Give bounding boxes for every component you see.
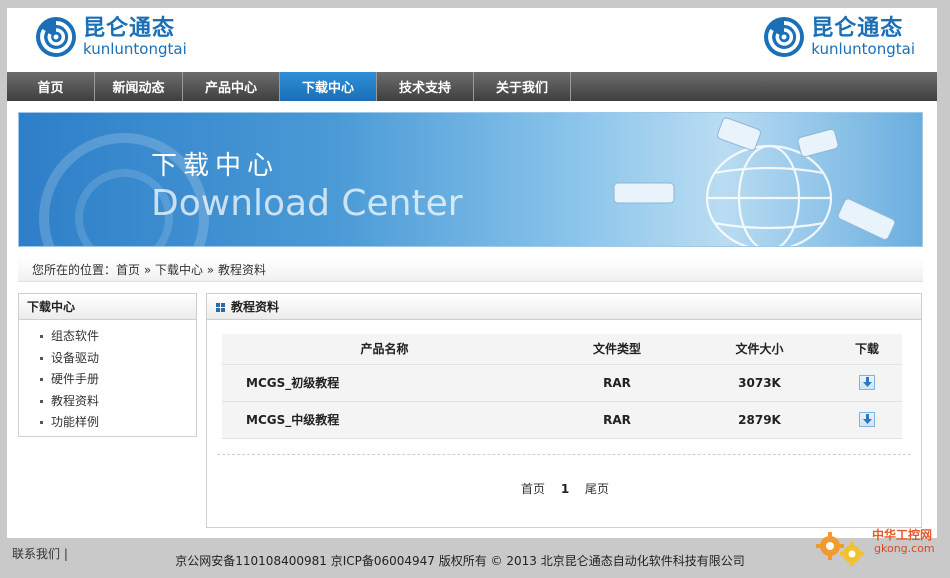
header: 昆仑通态 kunluntongtai 昆仑通态 kunluntongtai: [7, 8, 937, 72]
sidebar-item-device-drivers[interactable]: 设备驱动: [19, 348, 196, 370]
sidebar-item-function-samples[interactable]: 功能样例: [19, 412, 196, 434]
divider: [217, 454, 911, 455]
nav-item-news[interactable]: 新闻动态: [95, 72, 183, 101]
main-panel-title: 教程资料: [231, 300, 280, 314]
kunlun-logo-icon: [36, 17, 76, 57]
file-type: RAR: [547, 401, 687, 439]
pager-first[interactable]: 首页: [521, 482, 545, 496]
logo-name-en: kunluntongtai: [811, 39, 915, 58]
sidebar-item-label: 组态软件: [51, 329, 100, 343]
sidebar-list: 组态软件 设备驱动 硬件手册 教程资料 功能样例: [19, 320, 196, 434]
download-arrow-icon[interactable]: [859, 412, 875, 427]
logo-name-cn: 昆仑通态: [83, 15, 176, 41]
gear-icon: [816, 532, 864, 566]
file-size: 2879K: [687, 401, 832, 439]
nav-item-home[interactable]: 首页: [7, 72, 95, 101]
logo-name-cn: 昆仑通态: [811, 15, 904, 41]
column-header-name: 产品名称: [222, 334, 547, 365]
file-size: 3073K: [687, 364, 832, 402]
sidebar-item-label: 硬件手册: [51, 372, 100, 386]
page-container: 昆仑通态 kunluntongtai 昆仑通态 kunluntongtai 首页…: [7, 8, 937, 538]
watermark-text-cn: 中华工控网: [872, 528, 933, 542]
table-row: MCGS_中级教程 RAR 2879K: [222, 401, 902, 439]
main-panel-header: 教程资料: [207, 294, 921, 320]
grid-icon: [216, 303, 225, 312]
kunlun-logo-icon: [764, 17, 805, 57]
pager-last[interactable]: 尾页: [585, 482, 609, 496]
column-header-download: 下载: [832, 334, 902, 365]
pagination: 首页 1 尾页: [207, 480, 923, 497]
main-panel: 教程资料 产品名称 文件类型 文件大小 下载 MCGS_初级教程 RAR 307…: [206, 293, 922, 528]
sidebar-item-label: 教程资料: [51, 393, 100, 408]
logo-left[interactable]: 昆仑通态 kunluntongtai: [35, 16, 187, 58]
banner-title-en: Download Center: [151, 183, 463, 224]
download-arrow-icon[interactable]: [859, 375, 875, 390]
table-row: MCGS_初级教程 RAR 3073K: [222, 364, 902, 402]
watermark-text-en: gkong.com: [874, 542, 935, 555]
table-header-row: 产品名称 文件类型 文件大小 下载: [222, 334, 902, 365]
banner-title-cn: 下载中心: [151, 151, 280, 181]
column-header-size: 文件大小: [687, 334, 832, 365]
sidebar-title: 下载中心: [19, 294, 196, 320]
file-type: RAR: [547, 364, 687, 402]
breadcrumb: 您所在的位置：首页 » 下载中心 » 教程资料: [18, 258, 923, 282]
column-header-type: 文件类型: [547, 334, 687, 365]
file-name: MCGS_初级教程: [222, 364, 547, 402]
nav-item-about[interactable]: 关于我们: [474, 72, 571, 101]
file-name: MCGS_中级教程: [222, 401, 547, 439]
sidebar: 下载中心 组态软件 设备驱动 硬件手册 教程资料 功能样例: [18, 293, 197, 437]
nav-item-products[interactable]: 产品中心: [183, 72, 280, 101]
footer-copyright: 京公网安备110108400981 京ICP备06004947 版权所有 © 2…: [175, 554, 745, 568]
gkong-watermark: 中华工控网 gkong.com: [814, 524, 944, 576]
nav-item-support[interactable]: 技术支持: [377, 72, 474, 101]
sidebar-item-label: 设备驱动: [51, 350, 100, 365]
logo-right[interactable]: 昆仑通态 kunluntongtai: [763, 16, 915, 58]
nav-item-downloads[interactable]: 下载中心: [280, 72, 377, 101]
footer: 联系我们 | 京公网安备110108400981 京ICP备06004947 版…: [0, 528, 950, 578]
sidebar-item-hardware-manuals[interactable]: 硬件手册: [19, 369, 196, 391]
sidebar-item-config-software[interactable]: 组态软件: [19, 326, 196, 348]
pager-current-page[interactable]: 1: [561, 482, 569, 496]
main-nav: 首页 新闻动态 产品中心 下载中心 技术支持 关于我们: [7, 72, 937, 101]
sidebar-item-tutorials[interactable]: 教程资料: [19, 391, 196, 413]
file-table: 产品名称 文件类型 文件大小 下载 MCGS_初级教程 RAR 3073K MC…: [222, 334, 902, 439]
download-center-banner: 下载中心 Download Center: [18, 112, 923, 247]
logo-name-en: kunluntongtai: [83, 39, 187, 58]
sidebar-item-label: 功能样例: [51, 415, 100, 429]
